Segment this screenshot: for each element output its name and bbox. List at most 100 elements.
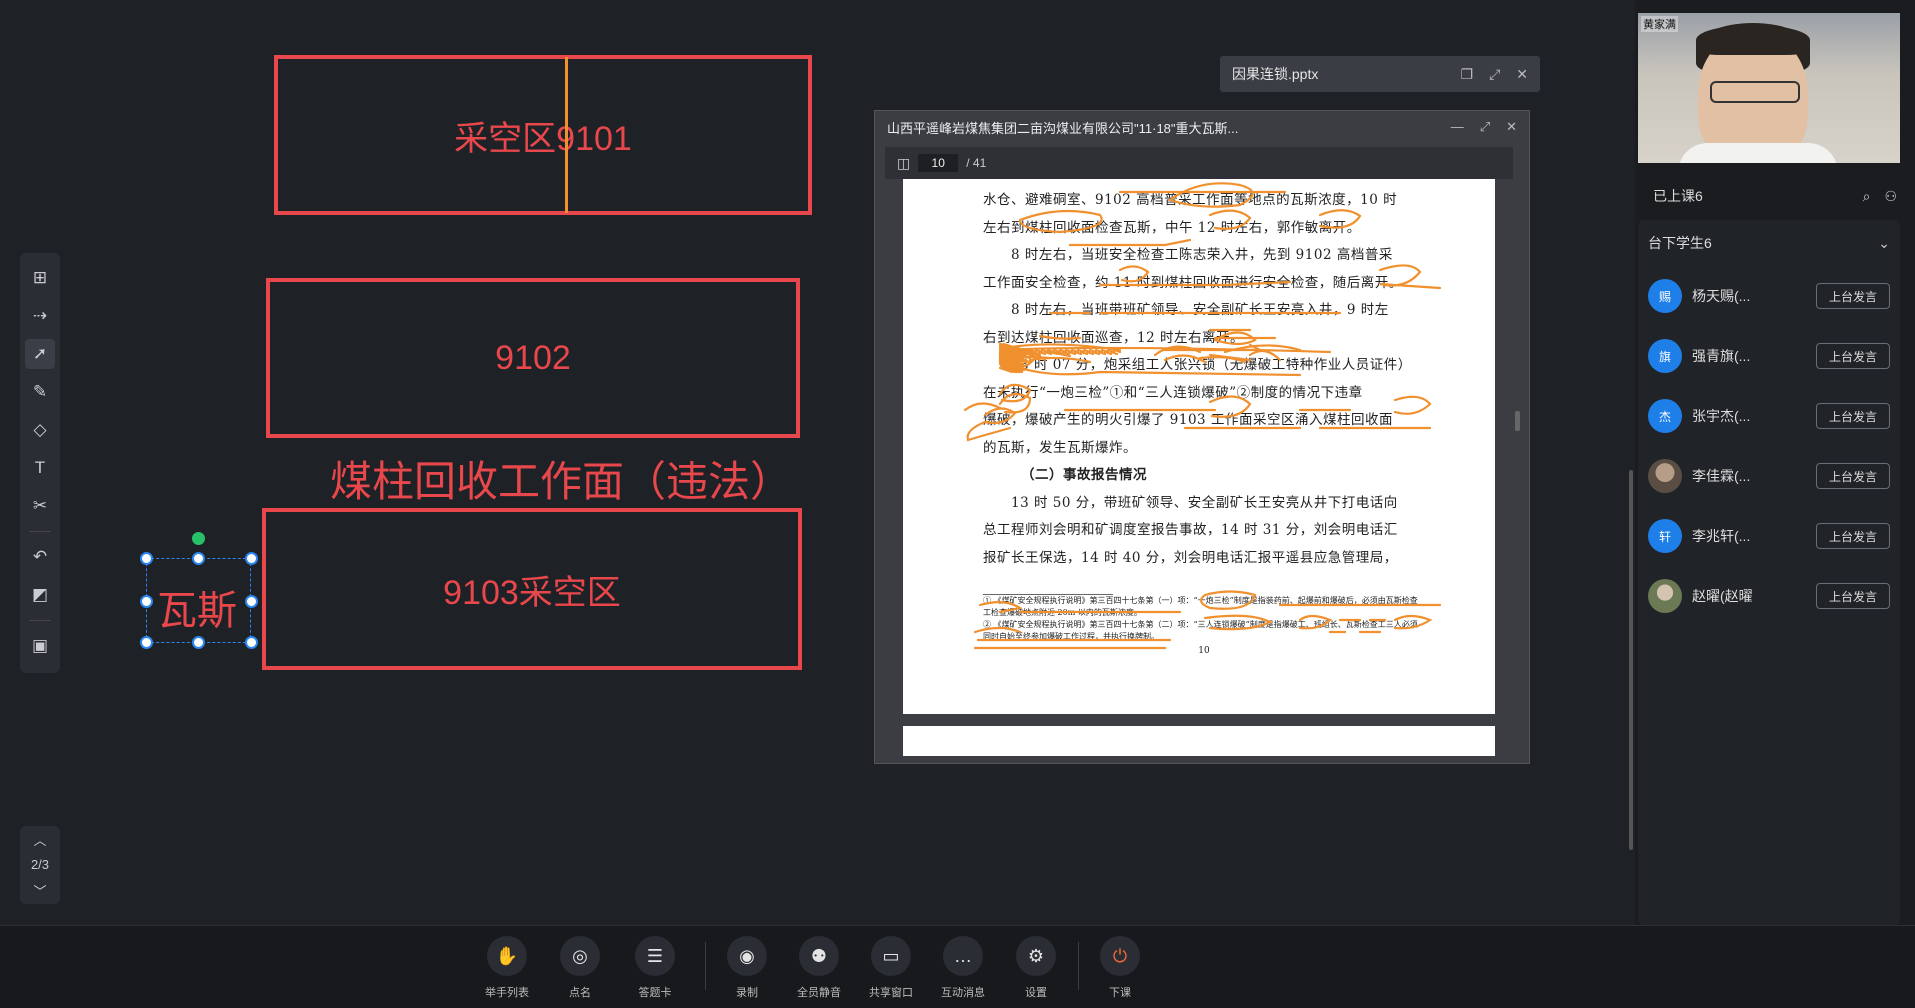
student-name: 强青旗(... — [1692, 348, 1751, 364]
user-icon[interactable]: ⚇ — [1884, 188, 1897, 205]
teacher-video[interactable]: 黄家满 — [1638, 13, 1900, 163]
list-item: 旗 强青旗(... 上台发言 — [1638, 326, 1900, 386]
chat-button[interactable]: … 互动消息 — [928, 936, 998, 1000]
laser-icon[interactable]: ⇢ — [25, 301, 55, 331]
pdf-scrollbar[interactable] — [1515, 411, 1520, 431]
list-item: 杰 张宇杰(... 上台发言 — [1638, 386, 1900, 446]
pdf-line: 的瓦斯，发生瓦斯爆炸。 — [983, 439, 1137, 456]
undo-icon[interactable]: ↶ — [25, 542, 55, 572]
chevron-down-icon[interactable]: ⌄ — [1878, 235, 1890, 252]
resize-handle[interactable] — [192, 636, 205, 649]
pdf-titlebar[interactable]: 山西平遥峰岩煤焦集团二亩沟煤业有限公司"11·18"重大瓦斯... — ⤢ ✕ — [875, 111, 1529, 143]
resize-handle[interactable] — [245, 595, 258, 608]
pdf-title: 山西平遥峰岩煤焦集团二亩沟煤业有限公司"11·18"重大瓦斯... — [887, 120, 1239, 136]
pdf-toolbar: ◫ 10 / 41 — [885, 147, 1513, 179]
pdf-footnote: ① 《煤矿安全规程执行说明》第三百四十七条第（一）项：“一炮三检”制度是指装药前… — [983, 596, 1418, 617]
insert-icon[interactable]: ⊞ — [25, 263, 55, 293]
scissors-icon[interactable]: ✂ — [25, 491, 55, 521]
sidebar-toggle-icon[interactable]: ◫ — [897, 155, 910, 172]
rotate-handle[interactable] — [192, 532, 205, 545]
pillar-recovery-heading[interactable]: 煤柱回收工作面（违法） — [330, 448, 792, 509]
list-item: 李佳霖(... 上台发言 — [1638, 446, 1900, 506]
power-icon: ⏻ — [1100, 936, 1140, 976]
resize-handle[interactable] — [245, 552, 258, 565]
button-label: 录制 — [736, 987, 758, 999]
invite-speak-button[interactable]: 上台发言 — [1816, 343, 1890, 369]
settings-icon: ⚙ — [1016, 936, 1056, 976]
pdf-line: 爆破，爆破产生的明火引爆了 9103 工作面采空区涌入煤柱回收面 — [983, 412, 1393, 428]
invite-speak-button[interactable]: 上台发言 — [1816, 583, 1890, 609]
student-name: 李佳霖(... — [1692, 468, 1751, 484]
class-sidebar: 黄家满 已上课6 ⌕ ⚇ 台下学生6 ⌄ 赐 杨天赐(... 上台发言 旗 强青… — [1629, 0, 1915, 925]
invite-speak-button[interactable]: 上台发言 — [1816, 283, 1890, 309]
rollcall-button[interactable]: ◎ 点名 — [545, 936, 615, 1000]
pdf-viewer-window[interactable]: 山西平遥峰岩煤焦集团二亩沟煤业有限公司"11·18"重大瓦斯... — ⤢ ✕ … — [874, 110, 1530, 764]
eraser-icon[interactable]: ◩ — [25, 580, 55, 610]
student-name: 赵曜(赵曜 — [1692, 588, 1753, 604]
total-pages: / 41 — [966, 156, 987, 170]
settings-button[interactable]: ⚙ 设置 — [1001, 936, 1071, 1000]
expand-icon[interactable]: ⤢ — [1480, 119, 1490, 135]
whiteboard-toolbar: ⊞ ⇢ ➚ ✎ ◇ T ✂ ↶ ◩ ▣ — [20, 253, 60, 673]
face-9102-box[interactable]: 9102 — [266, 278, 800, 438]
answer-card-button[interactable]: ☰ 答题卡 — [620, 936, 690, 1000]
shapes-icon[interactable]: ◇ — [25, 415, 55, 445]
invite-speak-button[interactable]: 上台发言 — [1816, 523, 1890, 549]
end-class-button[interactable]: ⏻ 下课 — [1085, 936, 1155, 1000]
bar-divider — [705, 942, 706, 990]
list-item: 赐 杨天赐(... 上台发言 — [1638, 266, 1900, 326]
page-navigator: ︿ 2/3 ﹀ — [20, 826, 60, 904]
sidebar-scrollbar[interactable] — [1629, 470, 1633, 850]
resize-handle[interactable] — [140, 552, 153, 565]
class-header: 已上课6 ⌕ ⚇ — [1635, 180, 1915, 212]
answer-card-icon: ☰ — [635, 936, 675, 976]
hand-raise-list-button[interactable]: ✋ 举手列表 — [472, 936, 542, 1000]
restore-icon[interactable]: ❐ — [1461, 66, 1474, 83]
select-icon[interactable]: ➚ — [25, 339, 55, 369]
pdf-line: 右到达煤柱回收面巡查，12 时左右离开。 — [983, 329, 1244, 346]
expand-icon[interactable]: ⤢ — [1489, 66, 1500, 83]
page-up-icon[interactable]: ︿ — [33, 830, 46, 849]
bar-divider — [1078, 942, 1079, 990]
button-label: 点名 — [569, 987, 591, 999]
pdf-section-heading: （二）事故报告情况 — [1021, 467, 1147, 483]
toolbox-icon[interactable]: ▣ — [25, 631, 55, 661]
student-name: 杨天赐(... — [1692, 288, 1751, 304]
mute-all-button[interactable]: ⚉ 全员静音 — [784, 936, 854, 1000]
goaf-9103-box[interactable]: 9103采空区 — [262, 508, 802, 670]
close-icon[interactable]: ✕ — [1516, 66, 1528, 83]
pdf-page-number: 10 — [1198, 646, 1210, 656]
minimize-icon[interactable]: — — [1451, 119, 1464, 135]
pdf-line: 13 时 50 分，带班矿领导、安全副矿长王安亮从井下打电话向 — [983, 494, 1398, 511]
button-label: 答题卡 — [638, 987, 672, 999]
invite-speak-button[interactable]: 上台发言 — [1816, 463, 1890, 489]
pdf-line: 在未执行“一炮三检”①和“三人连锁爆破”②制度的情况下违章 — [983, 384, 1363, 401]
pen-icon[interactable]: ✎ — [25, 377, 55, 407]
teacher-name: 黄家满 — [1641, 16, 1678, 32]
avatar: 轩 — [1648, 519, 1682, 553]
orange-divider-line[interactable] — [565, 57, 568, 213]
video-glasses — [1710, 81, 1800, 103]
share-window-button[interactable]: ▭ 共享窗口 — [856, 936, 926, 1000]
gas-text[interactable]: 瓦斯 — [157, 578, 237, 636]
off-stage-header[interactable]: 台下学生6 ⌄ — [1638, 220, 1900, 266]
ppt-file-window[interactable]: 因果连锁.pptx ❐ ⤢ ✕ — [1220, 56, 1540, 92]
pdf-next-page — [903, 726, 1495, 756]
resize-handle[interactable] — [140, 636, 153, 649]
page-down-icon[interactable]: ﹀ — [33, 881, 46, 900]
pdf-line: 8 时左右，当班安全检查工陈志荣入井，先到 9102 高档普采 — [983, 247, 1393, 263]
invite-speak-button[interactable]: 上台发言 — [1816, 403, 1890, 429]
search-icon[interactable]: ⌕ — [1863, 188, 1871, 205]
page-number-input[interactable]: 10 — [918, 154, 959, 172]
video-shirt — [1678, 143, 1838, 163]
text-icon[interactable]: T — [25, 453, 55, 483]
close-icon[interactable]: ✕ — [1506, 119, 1517, 135]
avatar: 旗 — [1648, 339, 1682, 373]
goaf-9101-box[interactable]: 采空区9101 — [274, 55, 812, 215]
pdf-line: 总工程师刘会明和矿调度室报告事故，14 时 31 分，刘会明电话汇 — [983, 522, 1398, 538]
record-button[interactable]: ◉ 录制 — [712, 936, 782, 1000]
resize-handle[interactable] — [140, 595, 153, 608]
resize-handle[interactable] — [245, 636, 258, 649]
resize-handle[interactable] — [192, 552, 205, 565]
pdf-line: 左右到煤柱回收面检查瓦斯，中午 12 时左右，郭作敏离开。 — [983, 219, 1361, 236]
